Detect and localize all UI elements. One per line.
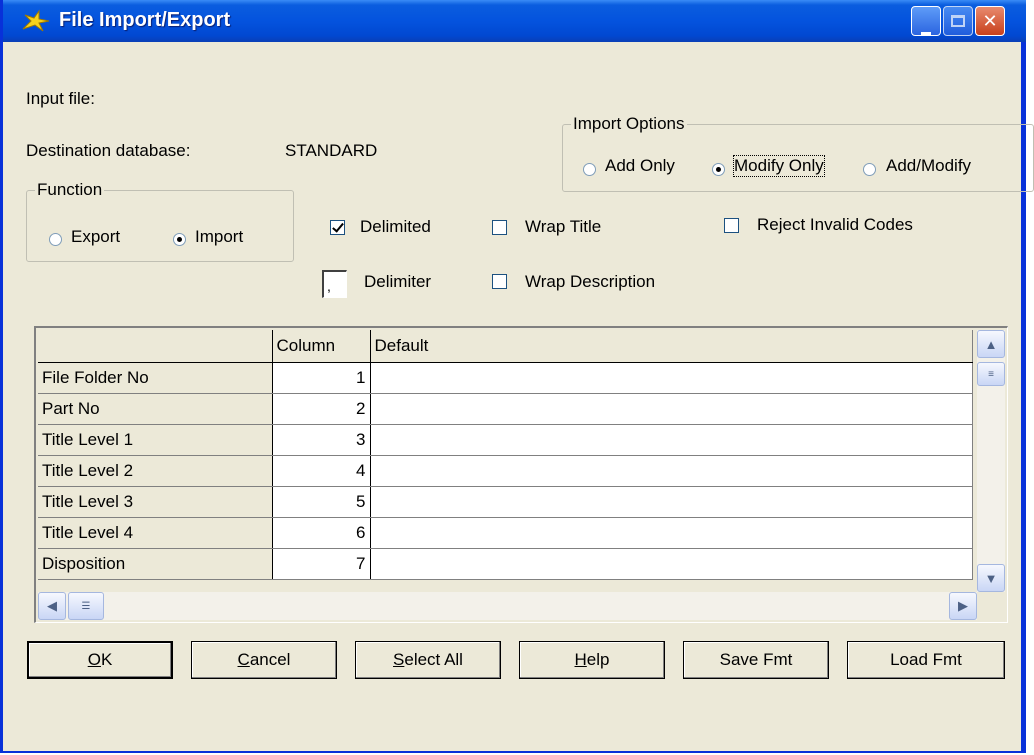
row-field-name: Title Level 1 [38,424,273,456]
minimize-icon [912,7,940,41]
select-all-button-label: Select All [393,650,463,669]
import-label[interactable]: Import [195,227,243,247]
scrollbar-corner [977,592,1005,620]
table-row: Part No 2 [38,393,973,425]
add-only-label[interactable]: Add Only [605,156,675,176]
destination-database-label: Destination database: [26,141,191,160]
cancel-button-label: Cancel [237,650,291,669]
cancel-button[interactable]: Cancel [191,641,337,679]
table-row: Title Level 3 5 [38,486,973,518]
horizontal-scroll-thumb[interactable]: ☰ [68,592,104,620]
table-row: File Folder No 1 [38,362,973,394]
maximize-button[interactable] [943,6,973,36]
file-import-export-window: File Import/Export ✕ Input file: Destina… [0,0,1034,753]
table-row: Disposition 7 [38,548,973,580]
load-fmt-button-label: Load Fmt [890,650,962,669]
table-row: Title Level 2 4 [38,455,973,487]
row-default-cell[interactable] [370,393,973,425]
row-column-cell[interactable]: 2 [272,393,371,425]
row-column-cell[interactable]: 3 [272,424,371,456]
chevron-up-icon: ▲ [984,336,998,352]
row-column-cell[interactable]: 5 [272,486,371,518]
row-field-name: Part No [38,393,273,425]
modify-only-radio[interactable] [712,163,725,176]
maximize-icon [944,7,972,35]
row-column-cell[interactable]: 6 [272,517,371,549]
minimize-button[interactable] [911,6,941,36]
delimited-checkbox[interactable] [330,220,345,235]
row-default-cell[interactable] [370,548,973,580]
ok-button-label: OK [87,650,113,669]
horizontal-scrollbar[interactable]: ◀ ☰ ▶ [38,592,977,620]
load-fmt-button[interactable]: Load Fmt [847,641,1005,679]
vertical-scroll-thumb[interactable]: ≡ [977,362,1005,386]
help-button[interactable]: Help [519,641,665,679]
add-only-radio[interactable] [583,163,596,176]
chevron-right-icon: ▶ [958,598,968,613]
row-default-cell[interactable] [370,517,973,549]
add-modify-radio[interactable] [863,163,876,176]
xiphos-star-icon [22,9,50,32]
scroll-up-button[interactable]: ▲ [977,330,1005,358]
grip-icon: ☰ [81,600,91,612]
export-label[interactable]: Export [71,227,120,247]
import-options-group: Import Options [562,114,1034,192]
delimiter-label: Delimiter [364,272,432,291]
row-column-cell[interactable]: 4 [272,455,371,487]
save-fmt-button-label: Save Fmt [719,650,793,669]
input-file-label: Input file: [26,89,95,108]
row-default-cell[interactable] [370,424,973,456]
title-bar[interactable]: File Import/Export ✕ [3,0,1026,42]
scroll-down-button[interactable]: ▼ [977,564,1005,592]
help-button-label: Help [574,650,610,669]
delimiter-input[interactable]: , [322,270,347,298]
wrap-title-label[interactable]: Wrap Title [525,217,601,237]
grid-header-default[interactable]: Default [370,330,973,363]
row-field-name: Disposition [38,548,273,580]
table-row: Title Level 1 3 [38,424,973,456]
grid-header-field [38,330,273,363]
row-field-name: Title Level 3 [38,486,273,518]
destination-database-value: STANDARD [285,141,378,160]
row-default-cell[interactable] [370,486,973,518]
wrap-title-checkbox[interactable] [492,220,507,235]
reject-invalid-codes-label[interactable]: Reject Invalid Codes [757,215,913,235]
row-field-name: File Folder No [38,362,273,394]
scroll-right-button[interactable]: ▶ [949,592,977,620]
row-default-cell[interactable] [370,455,973,487]
row-column-cell[interactable]: 7 [272,548,371,580]
grid-header-row: Column Default [38,330,973,363]
grip-icon: ≡ [988,368,994,380]
vertical-scrollbar[interactable]: ▲ ≡ ▼ [977,330,1005,592]
scroll-left-button[interactable]: ◀ [38,592,66,620]
reject-invalid-codes-checkbox[interactable] [724,218,739,233]
chevron-left-icon: ◀ [47,598,57,613]
function-group: Function [26,180,294,262]
delimited-label[interactable]: Delimited [360,217,431,237]
field-mapping-table: Column Default File Folder No 1 Part No … [38,330,973,580]
select-all-button[interactable]: Select All [355,641,501,679]
row-field-name: Title Level 2 [38,455,273,487]
wrap-description-label[interactable]: Wrap Description [525,272,655,292]
modify-only-label[interactable]: Modify Only [733,155,825,177]
ok-button[interactable]: OK [27,641,173,679]
delimiter-value: , [327,278,331,294]
window-title: File Import/Export [59,9,231,31]
export-radio[interactable] [49,233,62,246]
table-row: Title Level 4 6 [38,517,973,549]
field-mapping-grid[interactable]: Column Default File Folder No 1 Part No … [34,326,1008,623]
row-field-name: Title Level 4 [38,517,273,549]
import-options-legend: Import Options [573,114,685,133]
close-button[interactable]: ✕ [975,6,1005,36]
function-legend: Function [37,180,103,199]
grid-header-column[interactable]: Column [272,330,371,363]
close-icon: ✕ [982,10,998,31]
import-radio[interactable] [173,233,186,246]
chevron-down-icon: ▼ [984,570,998,586]
save-fmt-button[interactable]: Save Fmt [683,641,829,679]
row-column-cell[interactable]: 1 [272,362,371,394]
add-modify-label[interactable]: Add/Modify [886,156,971,176]
wrap-description-checkbox[interactable] [492,274,507,289]
row-default-cell[interactable] [370,362,973,394]
